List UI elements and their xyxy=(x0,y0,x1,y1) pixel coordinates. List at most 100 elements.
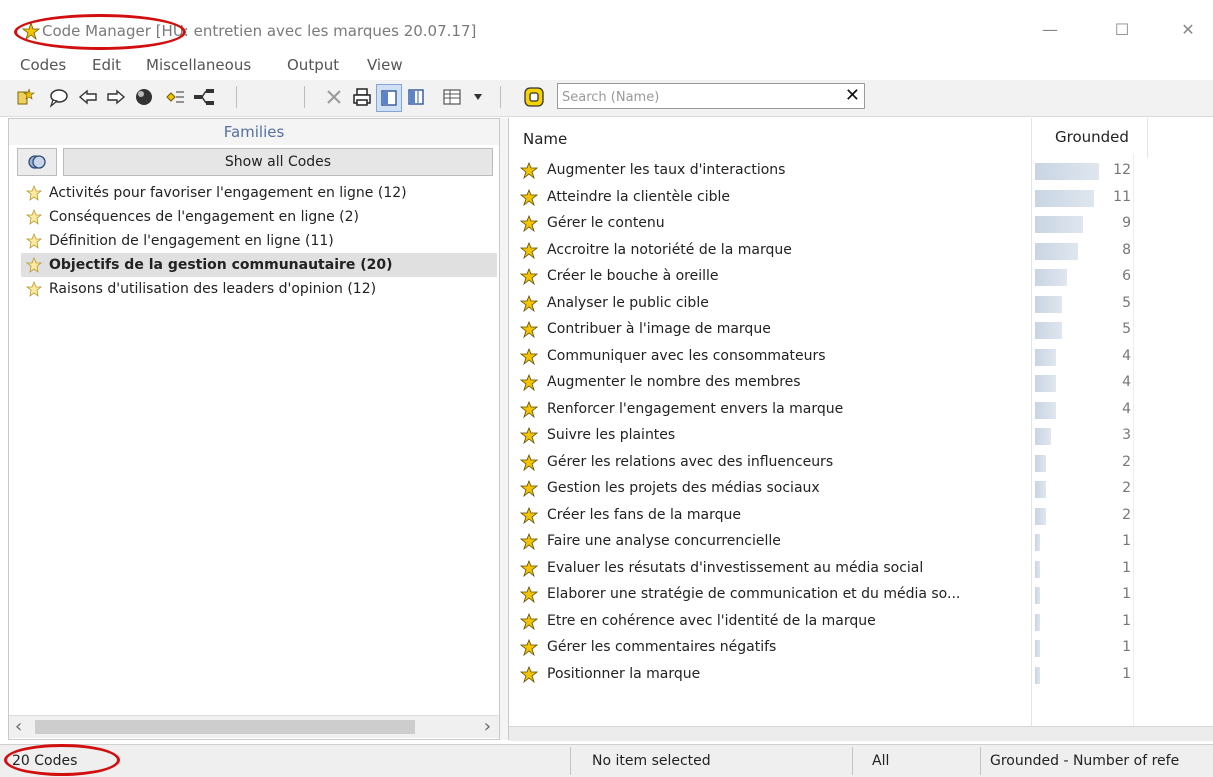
column-header-grounded[interactable]: Grounded xyxy=(1055,128,1129,146)
grounded-bar xyxy=(1035,216,1083,233)
families-icon[interactable] xyxy=(17,148,57,176)
family-icon xyxy=(25,280,43,305)
horizontal-scrollbar[interactable]: ‹ › xyxy=(9,715,499,738)
status-divider xyxy=(980,747,981,775)
code-row[interactable]: Communiquer avec les consommateurs 4 xyxy=(509,344,1209,371)
scrollbar-thumb[interactable] xyxy=(35,720,415,734)
code-row[interactable]: Créer les fans de la marque 2 xyxy=(509,503,1209,530)
code-row[interactable]: Augmenter le nombre des membres 4 xyxy=(509,370,1209,397)
code-name: Contribuer à l'image de marque xyxy=(547,321,771,337)
family-label: Définition de l'engagement en ligne (11) xyxy=(49,233,334,249)
status-sort: Grounded - Number of refe xyxy=(990,753,1180,769)
tree-icon[interactable] xyxy=(192,84,216,110)
menu-edit[interactable]: Edit xyxy=(92,56,121,74)
comment-icon[interactable] xyxy=(46,84,70,110)
scroll-left-icon[interactable]: ‹ xyxy=(15,716,22,738)
grounded-count: 3 xyxy=(1122,427,1131,443)
split-pane-icon[interactable] xyxy=(404,84,428,110)
menu-miscellaneous[interactable]: Miscellaneous xyxy=(146,56,251,74)
code-row[interactable]: Gestion les projets des médias sociaux 2 xyxy=(509,476,1209,503)
forward-arrow-icon[interactable] xyxy=(104,84,128,110)
grounded-count: 11 xyxy=(1113,188,1131,205)
grounded-bar xyxy=(1035,428,1051,445)
window-title: Code Manager [HU: entretien avec les mar… xyxy=(42,22,477,40)
code-row[interactable]: Gérer les relations avec des influenceur… xyxy=(509,450,1209,477)
grounded-bar xyxy=(1035,587,1040,604)
grounded-bar xyxy=(1035,666,1040,684)
code-name: Etre en cohérence avec l'identité de la … xyxy=(547,612,876,629)
delete-icon[interactable] xyxy=(322,84,346,110)
grounded-count: 6 xyxy=(1122,268,1131,284)
code-icon xyxy=(519,400,539,423)
code-name: Augmenter les taux d'interactions xyxy=(547,162,786,178)
grounded-count: 4 xyxy=(1122,374,1131,390)
code-row[interactable]: Faire une analyse concurrencielle 1 xyxy=(509,529,1209,556)
maximize-button[interactable]: ☐ xyxy=(1102,20,1142,39)
back-arrow-icon[interactable] xyxy=(76,84,100,110)
family-item[interactable]: Objectifs de la gestion communautaire (2… xyxy=(21,253,497,277)
code-row[interactable]: Augmenter les taux d'interactions 12 xyxy=(509,158,1209,185)
print-icon[interactable] xyxy=(350,84,374,110)
table-view-icon[interactable] xyxy=(440,84,464,110)
pane-splitter[interactable] xyxy=(500,118,508,740)
search-input[interactable] xyxy=(560,85,834,109)
code-row[interactable]: Positionner la marque 1 xyxy=(509,662,1209,689)
code-icon xyxy=(519,426,539,449)
title-bar: Code Manager [HU: entretien avec les mar… xyxy=(0,0,1213,48)
circle-icon[interactable] xyxy=(132,84,156,110)
family-item[interactable]: Raisons d'utilisation des leaders d'opin… xyxy=(21,277,497,301)
toolbar-separator xyxy=(236,86,237,108)
code-row[interactable]: Elaborer une stratégie de communication … xyxy=(509,582,1209,609)
code-row[interactable]: Analyser le public cible 5 xyxy=(509,291,1209,318)
clear-search-icon[interactable]: ✕ xyxy=(845,84,860,108)
code-row[interactable]: Atteindre la clientèle cible 11 xyxy=(509,185,1209,212)
grounded-bar xyxy=(1035,295,1062,313)
codes-horizontal-scrollbar[interactable] xyxy=(509,726,1213,741)
grounded-bar xyxy=(1035,481,1046,498)
menu-view[interactable]: View xyxy=(367,56,403,74)
code-icon xyxy=(519,294,539,317)
filter-code-icon[interactable] xyxy=(522,84,546,110)
grounded-bar xyxy=(1035,560,1040,578)
show-all-codes-button[interactable]: Show all Codes xyxy=(63,148,493,176)
code-row[interactable]: Gérer les commentaires négatifs 1 xyxy=(509,635,1209,662)
code-row[interactable]: Gérer le contenu 9 xyxy=(509,211,1209,238)
code-row[interactable]: Accroitre la notoriété de la marque 8 xyxy=(509,238,1209,265)
code-name: Positionner la marque xyxy=(547,665,701,682)
grounded-count: 1 xyxy=(1122,639,1131,655)
code-row[interactable]: Contribuer à l'image de marque 5 xyxy=(509,317,1209,344)
grounded-count: 2 xyxy=(1122,506,1131,523)
code-name: Gérer les relations avec des influenceur… xyxy=(547,453,834,470)
grounded-bar xyxy=(1035,534,1040,551)
code-name: Communiquer avec les consommateurs xyxy=(547,347,826,364)
menu-output[interactable]: Output xyxy=(287,56,339,74)
code-name: Créer les fans de la marque xyxy=(547,506,741,523)
scroll-right-icon[interactable]: › xyxy=(484,716,491,738)
single-pane-icon[interactable] xyxy=(376,84,402,112)
code-row[interactable]: Etre en cohérence avec l'identité de la … xyxy=(509,609,1209,636)
code-row[interactable]: Créer le bouche à oreille 6 xyxy=(509,264,1209,291)
code-name: Analyser le public cible xyxy=(547,294,709,311)
code-row[interactable]: Evaluer les résutats d'investissement au… xyxy=(509,556,1209,583)
network-icon[interactable] xyxy=(162,84,186,110)
family-item[interactable]: Conséquences de l'engagement en ligne (2… xyxy=(21,205,497,229)
code-row[interactable]: Renforcer l'engagement envers la marque 4 xyxy=(509,397,1209,424)
status-divider xyxy=(570,747,571,775)
code-row[interactable]: Suivre les plaintes 3 xyxy=(509,423,1209,450)
grounded-count: 1 xyxy=(1122,533,1131,549)
minimize-button[interactable]: — xyxy=(1030,20,1070,39)
code-icon xyxy=(519,161,539,184)
grounded-bar xyxy=(1035,613,1040,631)
code-name: Accroitre la notoriété de la marque xyxy=(547,241,792,258)
code-icon xyxy=(519,241,539,264)
code-name: Suivre les plaintes xyxy=(547,427,676,443)
grounded-bar xyxy=(1035,269,1067,286)
grounded-count: 4 xyxy=(1122,347,1131,364)
new-code-icon[interactable] xyxy=(14,84,38,110)
menu-codes[interactable]: Codes xyxy=(20,56,66,74)
family-item[interactable]: Activités pour favoriser l'engagement en… xyxy=(21,181,497,205)
family-item[interactable]: Définition de l'engagement en ligne (11) xyxy=(21,229,497,253)
column-header-name[interactable]: Name xyxy=(523,130,567,148)
close-button[interactable]: ✕ xyxy=(1168,20,1208,39)
dropdown-icon[interactable] xyxy=(468,84,488,110)
